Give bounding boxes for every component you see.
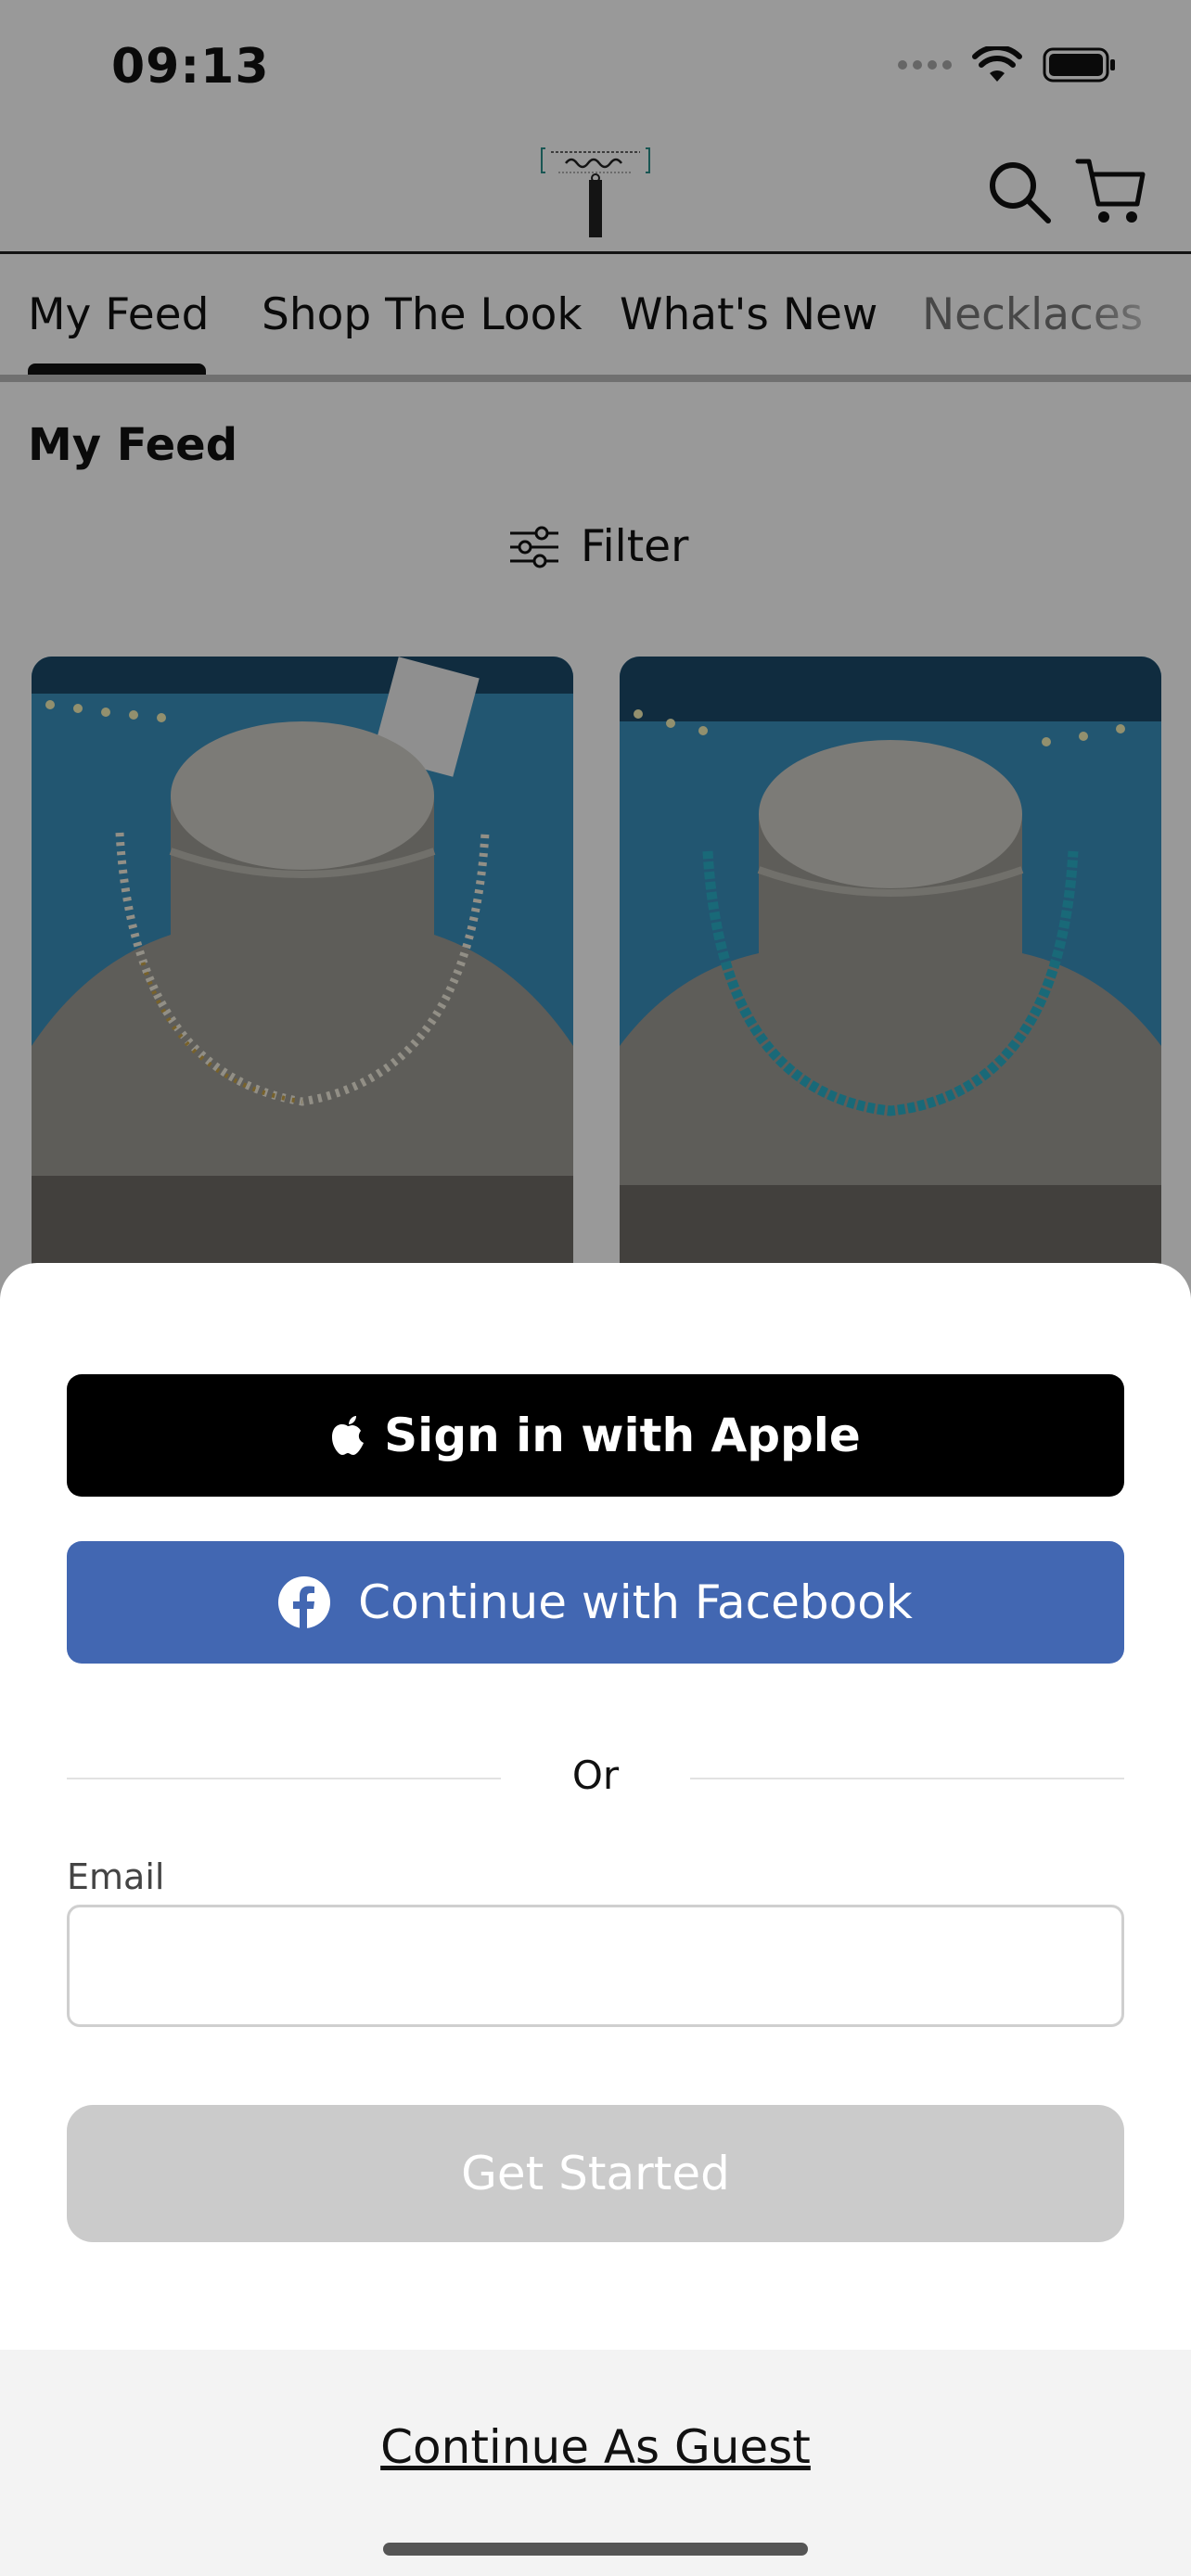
apple-icon — [332, 1416, 365, 1455]
email-field[interactable] — [67, 1905, 1124, 2027]
home-indicator — [383, 2543, 808, 2556]
facebook-button-label: Continue with Facebook — [358, 1575, 913, 1629]
apple-button-label: Sign in with Apple — [384, 1409, 861, 1462]
guest-footer: Continue As Guest — [0, 2350, 1191, 2576]
sign-in-with-apple-button[interactable]: Sign in with Apple — [67, 1374, 1124, 1497]
continue-as-guest-link[interactable]: Continue As Guest — [0, 2420, 1191, 2474]
divider-text: Or — [571, 1753, 620, 1798]
divider-line — [690, 1778, 1124, 1779]
get-started-button[interactable]: Get Started — [67, 2105, 1124, 2242]
facebook-icon — [278, 1576, 331, 1628]
sign-in-sheet: Sign in with Apple Continue with Faceboo… — [0, 1263, 1191, 2576]
continue-with-facebook-button[interactable]: Continue with Facebook — [67, 1541, 1124, 1664]
get-started-label: Get Started — [461, 2147, 730, 2200]
email-label: Email — [67, 1856, 165, 1897]
or-divider: Or — [67, 1736, 1124, 1798]
